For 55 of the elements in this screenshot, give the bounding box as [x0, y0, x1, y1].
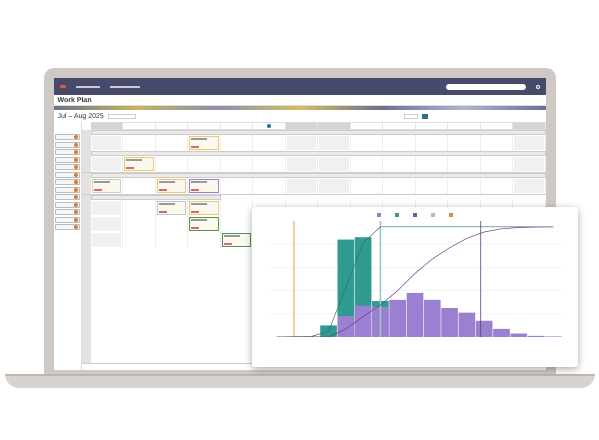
task-card[interactable] [189, 179, 218, 193]
weekend-cell [286, 157, 316, 171]
weekend-cell [92, 201, 121, 215]
weekend-cell [92, 157, 121, 171]
task-card[interactable] [92, 179, 121, 193]
task-title-line [158, 203, 174, 204]
task-title-line [224, 235, 240, 236]
crew-chip[interactable] [54, 172, 80, 178]
weekend-cell [92, 217, 121, 231]
crew-chip[interactable] [54, 209, 80, 215]
crew-chip[interactable] [54, 156, 80, 162]
weekend-cell [286, 136, 316, 150]
crew-chip[interactable] [54, 149, 80, 155]
crew-chip[interactable] [54, 186, 80, 192]
search-field[interactable] [446, 84, 526, 90]
task-card[interactable] [156, 201, 186, 215]
bell-icon[interactable] [536, 84, 540, 88]
view-toggle-icon[interactable] [422, 114, 428, 118]
weekend-cell [286, 179, 316, 193]
weekend-cell [319, 157, 348, 171]
crew-chip[interactable] [54, 224, 80, 230]
crew-chip[interactable] [54, 179, 80, 185]
weekend-cell [92, 233, 121, 247]
crew-chip[interactable] [54, 164, 80, 170]
crew-chip[interactable] [54, 202, 80, 208]
task-title-line [191, 181, 207, 182]
task-card[interactable] [124, 157, 154, 171]
histogram-bar [441, 308, 458, 337]
logo-icon [60, 85, 66, 88]
task-card[interactable] [222, 233, 251, 247]
view-dropdown[interactable] [108, 114, 136, 118]
task-title-line [191, 219, 207, 220]
task-card[interactable] [189, 217, 218, 231]
weekend-cell [514, 136, 544, 150]
today-marker-icon [266, 124, 271, 128]
task-card[interactable] [156, 179, 186, 193]
weekend-cell [92, 136, 121, 150]
task-title-line [158, 181, 174, 182]
task-title-line [191, 203, 207, 204]
crew-chip[interactable] [54, 134, 80, 140]
weekend-cell [319, 179, 348, 193]
histogram-bar [424, 300, 441, 337]
task-title-line [126, 159, 142, 160]
crew-chip[interactable] [54, 194, 80, 200]
task-title-line [191, 138, 207, 140]
task-title-line [94, 181, 110, 182]
task-card[interactable] [189, 201, 218, 215]
crew-chip[interactable] [54, 142, 80, 148]
crew-chip[interactable] [54, 216, 80, 222]
weekend-cell [514, 157, 544, 171]
weekend-cell [319, 136, 348, 150]
histogram-bar [389, 300, 406, 337]
weekend-cell [514, 179, 544, 193]
histogram-bar [406, 292, 424, 337]
task-card[interactable] [189, 136, 218, 150]
